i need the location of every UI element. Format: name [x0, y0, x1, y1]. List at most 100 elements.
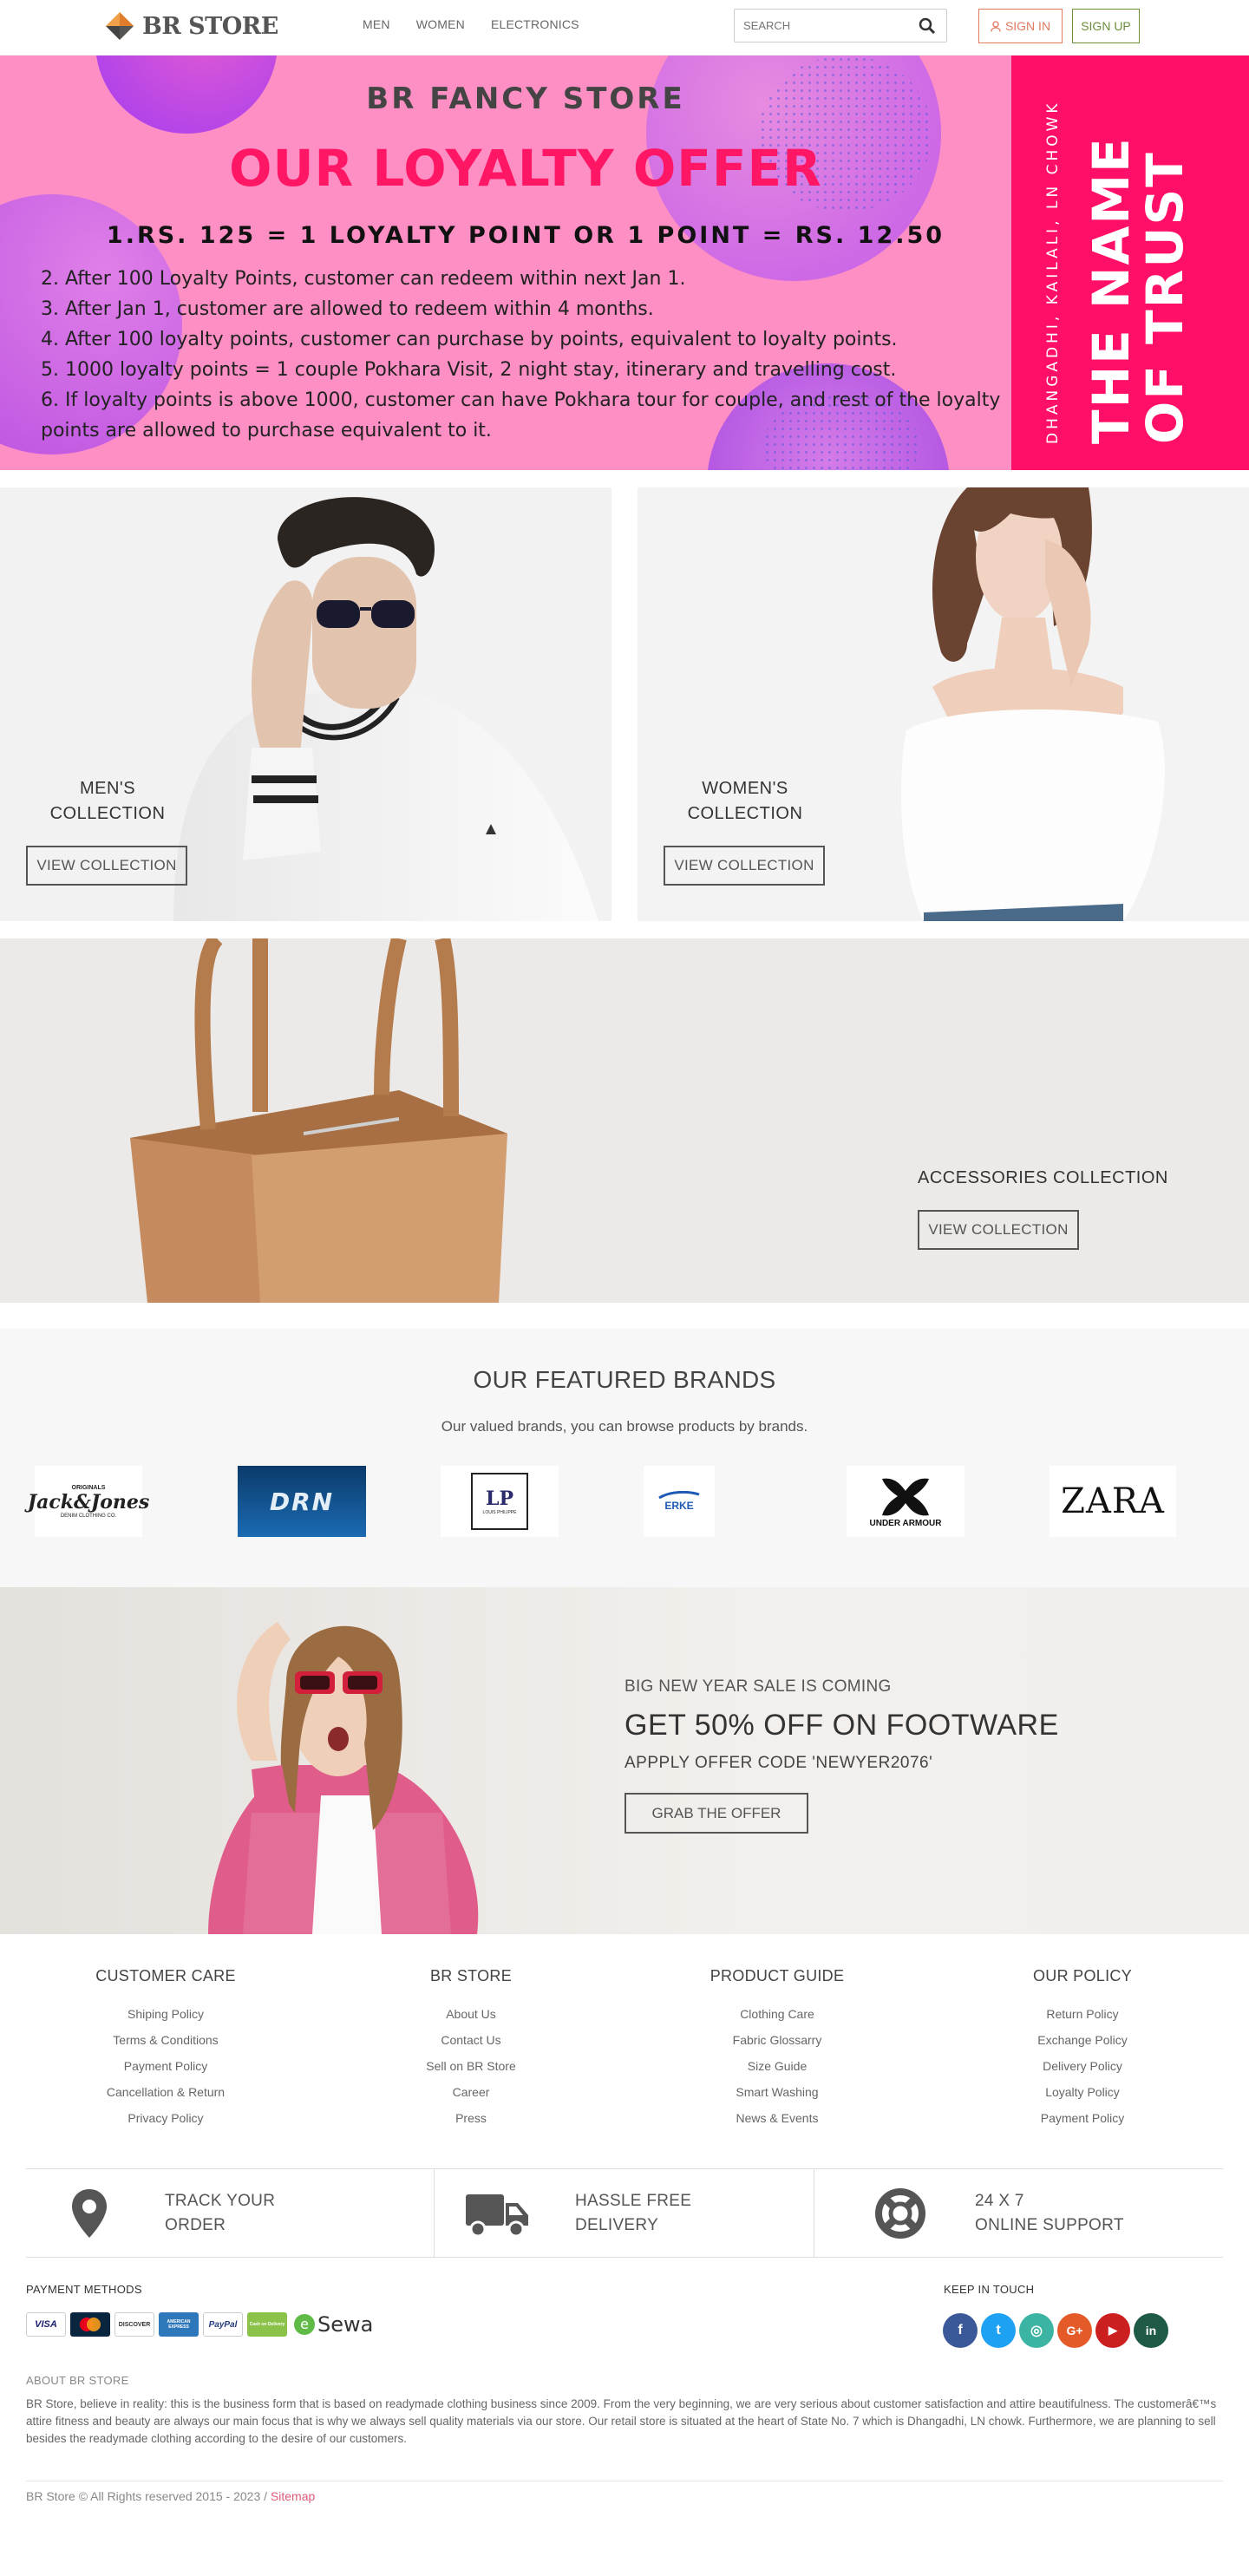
cash-on-delivery-icon: Cash on Delivery — [247, 2312, 287, 2337]
accessories-view-collection-button[interactable]: VIEW COLLECTION — [918, 1210, 1079, 1250]
brand-zara[interactable]: ZARA — [1050, 1466, 1176, 1537]
banner-rule: 4. After 100 loyalty points, customer ca… — [41, 329, 898, 350]
google-plus-icon[interactable]: G+ — [1057, 2313, 1092, 2348]
paypal-card-icon: PayPal — [203, 2312, 243, 2337]
truck-icon — [466, 2194, 528, 2237]
loyalty-offer-banner[interactable]: BR FANCY STORE OUR LOYALTY OFFER 1.RS. 1… — [0, 56, 1249, 470]
footer-link[interactable]: Smart Washing — [673, 2079, 881, 2105]
feature-line2: ORDER — [165, 2215, 226, 2234]
footer-link[interactable]: Loyalty Policy — [978, 2079, 1187, 2105]
mens-view-collection-button[interactable]: VIEW COLLECTION — [26, 846, 187, 886]
footer-link[interactable]: Contact Us — [367, 2027, 575, 2053]
footer-link[interactable]: Fabric Glossarry — [673, 2027, 881, 2053]
footer-link[interactable]: Sell on BR Store — [367, 2053, 575, 2079]
feature-line1: HASSLE FREE — [575, 2191, 692, 2210]
footer-link[interactable]: Shiping Policy — [62, 2001, 270, 2027]
womens-view-collection-button[interactable]: VIEW COLLECTION — [664, 846, 825, 886]
mastercard-icon — [70, 2312, 110, 2337]
footer-link[interactable]: About Us — [367, 2001, 575, 2027]
copyright: BR Store © All Rights reserved 2015 - 20… — [26, 2489, 315, 2503]
mens-title-line1: MEN'S — [79, 779, 136, 798]
brand-louis-philippe[interactable]: LP LOUIS PHILIPPE — [441, 1466, 559, 1537]
footer-link[interactable]: Delivery Policy — [978, 2053, 1187, 2079]
feature-line2: DELIVERY — [575, 2215, 659, 2234]
footer-link[interactable]: Cancellation & Return — [62, 2079, 270, 2105]
feature-line1: TRACK YOUR — [165, 2191, 276, 2210]
facebook-icon[interactable]: f — [943, 2313, 978, 2348]
banner-store-name: BR FANCY STORE — [366, 82, 685, 116]
search-input[interactable] — [735, 10, 908, 42]
feature-track-order: TRACK YOUR ORDER — [69, 2169, 275, 2257]
logo[interactable]: BR STORE — [104, 10, 278, 42]
twitter-icon[interactable]: t — [981, 2313, 1016, 2348]
footer-col-our-policy: OUR POLICY Return Policy Exchange Policy… — [978, 1967, 1187, 2131]
nav-men[interactable]: MEN — [363, 17, 390, 31]
feature-text: 24 X 7 ONLINE SUPPORT — [975, 2189, 1124, 2238]
payment-cards: VISA DISCOVER AMERICAN EXPRESS PayPal Ca… — [26, 2312, 373, 2337]
youtube-icon[interactable]: ▶ — [1095, 2313, 1130, 2348]
womens-title-line1: WOMEN'S — [702, 779, 788, 798]
brand-jack-jones-top: ORIGINALS — [71, 1484, 106, 1491]
footer-col-product-guide: PRODUCT GUIDE Clothing Care Fabric Gloss… — [673, 1967, 881, 2131]
footer-link[interactable]: Payment Policy — [978, 2105, 1187, 2131]
brand-under-armour-name: UNDER ARMOUR — [869, 1518, 942, 1528]
footer-link[interactable]: Terms & Conditions — [62, 2027, 270, 2053]
esewa-logo: e Sewa — [293, 2312, 373, 2337]
sign-up-button[interactable]: SIGN UP — [1072, 9, 1140, 43]
footer-col-br-store: BR STORE About Us Contact Us Sell on BR … — [367, 1967, 575, 2131]
banner-rule: 3. After Jan 1, customer are allowed to … — [41, 298, 654, 320]
footer-col-title: CUSTOMER CARE — [95, 1967, 236, 1984]
footer-link[interactable]: Career — [367, 2079, 575, 2105]
footer-link[interactable]: Payment Policy — [62, 2053, 270, 2079]
sign-in-button[interactable]: SIGN IN — [978, 9, 1063, 43]
mastercard-circles-icon — [80, 2318, 101, 2331]
brand-drn[interactable]: DRN — [238, 1466, 366, 1537]
footer-link[interactable]: Exchange Policy — [978, 2027, 1187, 2053]
footer-link[interactable]: Size Guide — [673, 2053, 881, 2079]
banner-tagline-line1: THE NAME — [1082, 136, 1141, 444]
womens-collection-card[interactable]: WOMEN'S COLLECTION VIEW COLLECTION — [638, 487, 1249, 921]
search-icon[interactable] — [919, 17, 936, 35]
banner-tagline: THE NAME OF TRUST — [1082, 136, 1194, 444]
feature-text: TRACK YOUR ORDER — [165, 2189, 275, 2238]
brand-jack-and-jones[interactable]: ORIGINALS Jack&Jones DENIM CLOTHING CO. — [28, 1466, 149, 1537]
linkedin-icon[interactable]: in — [1134, 2313, 1168, 2348]
footer-link[interactable]: Press — [367, 2105, 575, 2131]
brand-under-armour[interactable]: UNDER ARMOUR — [847, 1466, 965, 1537]
brand-erke[interactable]: ERKE — [644, 1466, 715, 1537]
banner-rule: 6. If loyalty points is above 1000, cust… — [41, 389, 1001, 441]
feature-line2: ONLINE SUPPORT — [975, 2215, 1124, 2234]
nav-women[interactable]: WOMEN — [416, 17, 465, 31]
footer-link[interactable]: Clothing Care — [673, 2001, 881, 2027]
about-text: BR Store, believe in reality: this is th… — [26, 2397, 1217, 2445]
mens-collection-card[interactable]: MEN'S COLLECTION VIEW COLLECTION — [0, 487, 611, 921]
womens-collection-title: WOMEN'S COLLECTION — [676, 776, 814, 827]
accessories-collection-card[interactable]: ACCESSORIES COLLECTION VIEW COLLECTION — [0, 938, 1249, 1303]
esewa-text: Sewa — [317, 2312, 374, 2337]
footer-col-customer-care: CUSTOMER CARE Shiping Policy Terms & Con… — [62, 1967, 270, 2131]
feature-line1: 24 X 7 — [975, 2191, 1024, 2210]
brand-jack-jones-bottom: DENIM CLOTHING CO. — [60, 1513, 117, 1519]
user-icon — [991, 20, 1001, 32]
under-armour-logo-icon — [882, 1478, 929, 1515]
brand-lp-bottom: LOUIS PHILIPPE — [482, 1510, 517, 1515]
banner-rate-line: 1.RS. 125 = 1 LOYALTY POINT OR 1 POINT =… — [106, 222, 945, 249]
brands-subheading: Our valued brands, you can browse produc… — [441, 1418, 808, 1435]
instagram-icon[interactable]: ◎ — [1019, 2313, 1054, 2348]
sitemap-link[interactable]: Sitemap — [271, 2489, 315, 2503]
footer-link[interactable]: News & Events — [673, 2105, 881, 2131]
brand-zara-name: ZARA — [1061, 1481, 1165, 1521]
footer-link[interactable]: Privacy Policy — [62, 2105, 270, 2131]
brand-erke-name: ERKE — [664, 1500, 694, 1512]
new-year-sale-banner: BIG NEW YEAR SALE IS COMING GET 50% OFF … — [0, 1587, 1249, 1934]
footer-link[interactable]: Return Policy — [978, 2001, 1187, 2027]
nav-electronics[interactable]: ELECTRONICS — [491, 17, 579, 31]
feature-online-support: 24 X 7 ONLINE SUPPORT — [874, 2169, 1124, 2257]
grab-offer-button[interactable]: GRAB THE OFFER — [624, 1793, 808, 1834]
about-heading: ABOUT BR STORE — [26, 2374, 129, 2387]
logo-text: BR STORE — [142, 12, 278, 40]
payment-methods-heading: PAYMENT METHODS — [26, 2283, 142, 2296]
social-links: f t ◎ G+ ▶ in — [943, 2313, 1168, 2348]
mens-title-line2: COLLECTION — [49, 804, 166, 823]
footer-col-title: OUR POLICY — [1032, 1967, 1133, 1984]
